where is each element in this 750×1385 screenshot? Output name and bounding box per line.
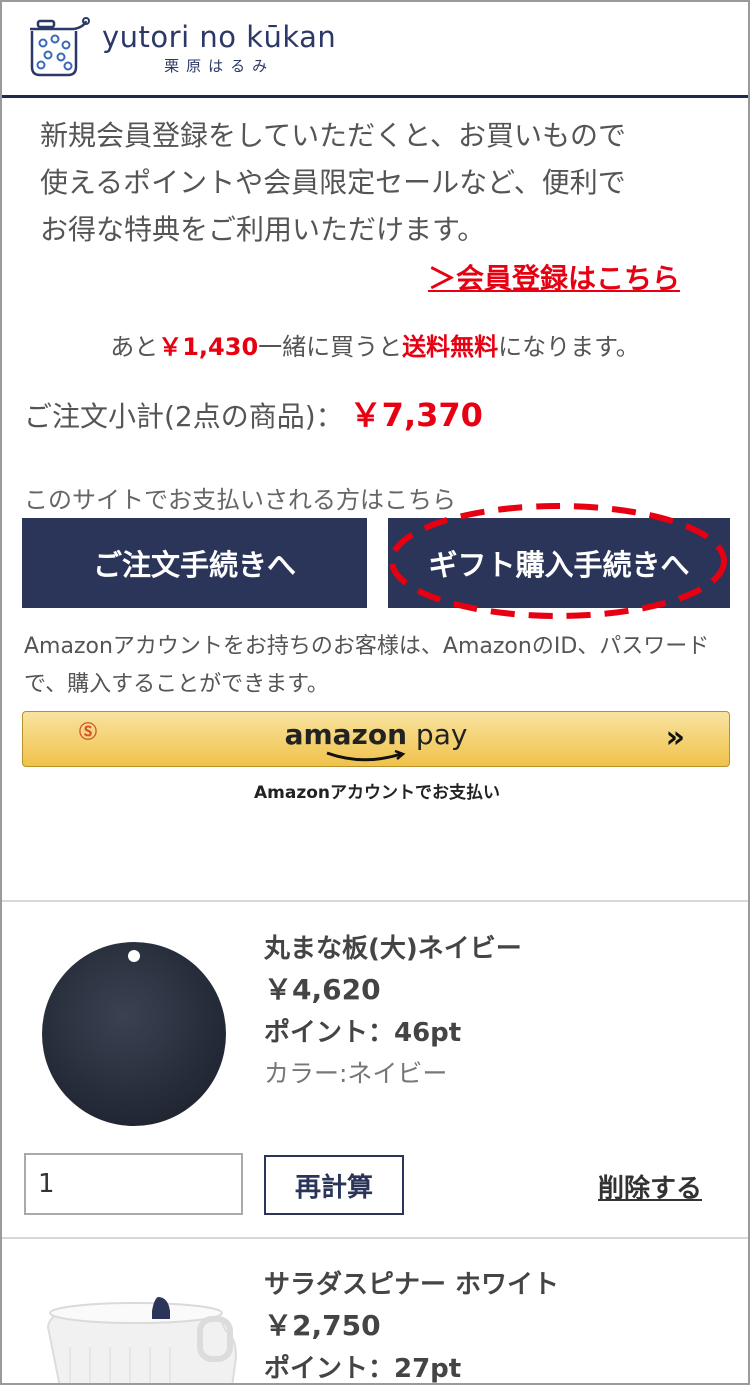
intro-line: 新規会員登録をしていただくと、お買いもので (40, 119, 627, 152)
section-divider (2, 900, 748, 902)
delete-item-link[interactable]: 削除する (598, 1168, 702, 1205)
subtotal-price: ￥7,370 (349, 396, 483, 434)
shipping-remaining-amount: ￥1,430 (158, 333, 259, 361)
site-payment-note: このサイトでお支払いされる方はこちら (24, 486, 456, 514)
item-price: ￥2,750 (264, 1309, 381, 1342)
order-checkout-button[interactable]: ご注文手続きへ (22, 518, 367, 608)
recalculate-button[interactable]: 再計算 (264, 1155, 404, 1215)
subtotal-label: ご注文小計(2点の商品)： (24, 400, 344, 433)
logo-subtitle: 栗原はるみ (164, 57, 275, 75)
order-subtotal: ご注文小計(2点の商品)： ￥7,370 (24, 390, 483, 436)
intro-line: お得な特典をご利用いただけます。 (40, 213, 486, 246)
item-points: ポイント：27pt (264, 1354, 462, 1384)
member-intro-text: 新規会員登録をしていただくと、お買いもので 使えるポイントや会員限定セールなど、… (40, 112, 730, 253)
item-divider (2, 1237, 748, 1239)
logo-text[interactable]: yutori no kūkan 栗原はるみ (102, 21, 336, 76)
item-color: カラー:ネイビー (264, 1059, 448, 1088)
item-points: ポイント：46pt (264, 1018, 462, 1048)
gift-checkout-button[interactable]: ギフト購入手続きへ (388, 518, 730, 608)
amazon-account-note: Amazonアカウントをお持ちのお客様は、AmazonのID、パスワードで、購入… (24, 634, 710, 697)
shipping-free-label: 送料無料 (402, 333, 499, 361)
amazon-logo-light: pay (407, 718, 468, 751)
amazon-smile-icon (326, 750, 406, 762)
quantity-input[interactable] (24, 1153, 243, 1215)
logo-title: yutori no kūkan (102, 20, 337, 54)
cutting-board-image[interactable] (40, 940, 228, 1128)
member-register-link[interactable]: ＞会員登録はこちら (428, 257, 680, 297)
amazon-logo-bold: amazon (284, 718, 408, 751)
item-name[interactable]: 丸まな板(大)ネイビー (264, 928, 522, 965)
free-shipping-notice: あと￥1,430一緒に買うと送料無料になります。 (2, 327, 748, 362)
amazon-pay-logo: amazon pay (23, 718, 729, 751)
intro-line: 使えるポイントや会員限定セールなど、便利で (40, 166, 626, 199)
shipping-middle: 一緒に買うと (258, 333, 403, 361)
shipping-suffix: になります。 (498, 333, 640, 361)
amazon-pay-caption: Amazonアカウントでお支払い (253, 783, 501, 803)
shipping-prefix: あと (110, 333, 159, 361)
amazon-pay-button[interactable]: Ⓢ amazon pay » (22, 711, 730, 767)
pot-logo-icon[interactable] (24, 16, 94, 81)
item-name[interactable]: サラダスピナー ホワイト (264, 1264, 559, 1301)
item-price: ￥4,620 (264, 973, 381, 1006)
double-chevron-icon: » (665, 720, 686, 755)
salad-spinner-image[interactable] (40, 1297, 240, 1385)
site-header: yutori no kūkan 栗原はるみ (2, 2, 748, 98)
page-frame: yutori no kūkan 栗原はるみ 新規会員登録をしていただくと、お買い… (0, 0, 750, 1385)
